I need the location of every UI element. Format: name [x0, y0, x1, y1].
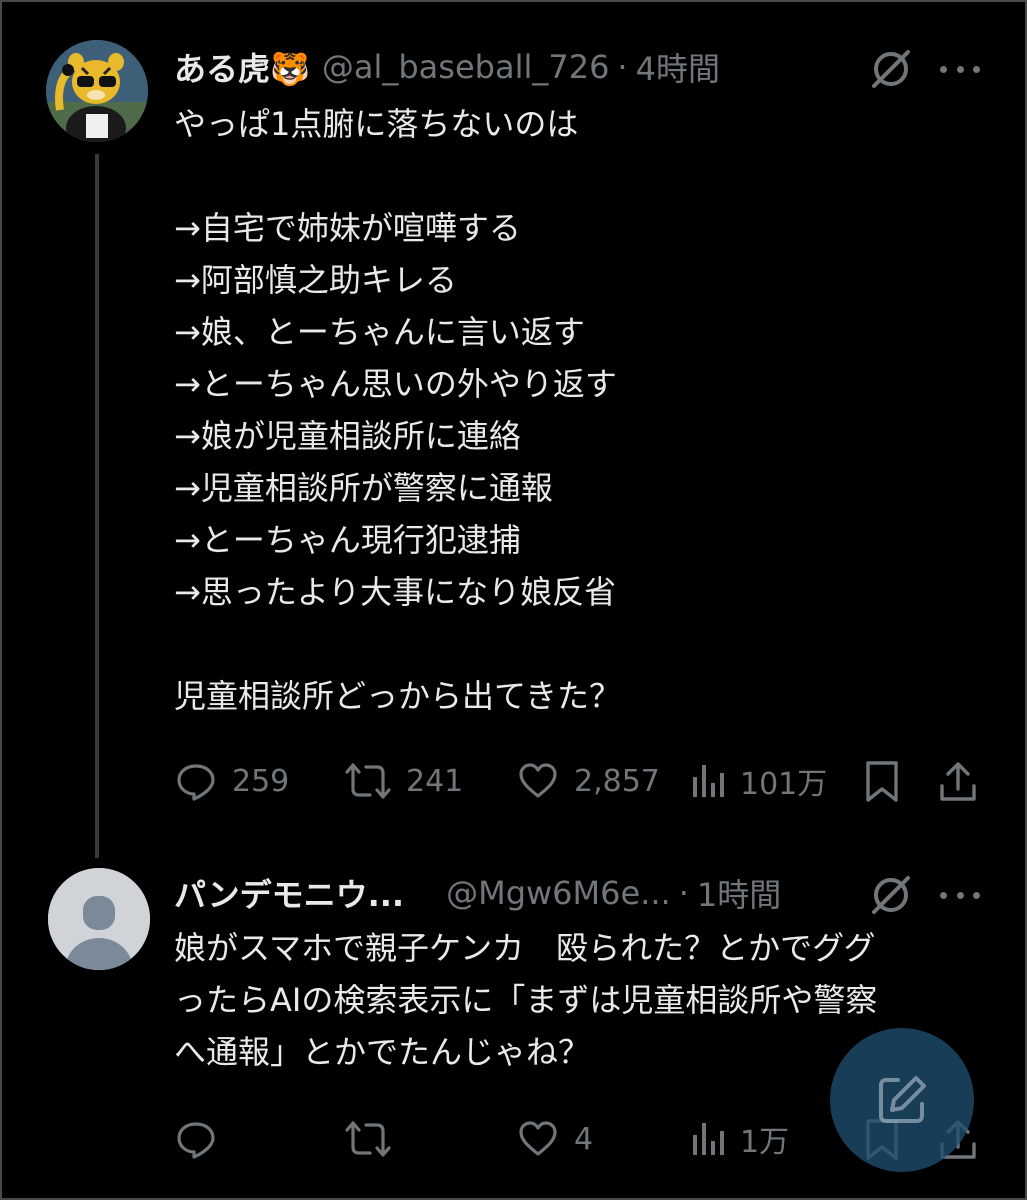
author-handle[interactable]: @al_baseball_726: [322, 48, 610, 86]
views-icon: [693, 1123, 724, 1155]
compose-button[interactable]: [830, 1028, 974, 1172]
share-icon: [940, 762, 976, 801]
reply-text-line: 娘がスマホで親子ケンカ 殴られた？とかでググ: [174, 929, 876, 967]
post-header: ある虎🐯 @al_baseball_726 · 4時間: [174, 42, 720, 92]
post-time[interactable]: 4時間: [636, 44, 720, 90]
post-text-line: 児童相談所どっから出てきた？: [174, 677, 622, 715]
grok-icon[interactable]: [868, 872, 914, 918]
post-text-line: →とーちゃん思いの外やり返す: [174, 365, 617, 403]
like-count: 2,857: [574, 763, 660, 799]
mascot-avatar-image: [46, 40, 148, 142]
repost-button[interactable]: [344, 1117, 392, 1161]
post-text-blank: [174, 618, 954, 670]
post-text-line: →思ったより大事になり娘反省: [174, 573, 617, 611]
post-text-line: →阿部慎之助キレる: [174, 261, 457, 299]
avatar[interactable]: [48, 868, 150, 970]
separator: ·: [617, 48, 628, 86]
heart-icon: [519, 1121, 557, 1156]
post-text-blank: [174, 150, 954, 202]
like-button[interactable]: 4: [516, 1117, 593, 1161]
reply-icon: [177, 1122, 215, 1159]
author-name[interactable]: ある虎🐯: [174, 44, 310, 90]
views-icon: [693, 765, 724, 797]
like-button[interactable]: 2,857: [516, 759, 660, 803]
post-text-line: →とーちゃん現行犯逮捕: [174, 521, 521, 559]
bookmark-button[interactable]: [860, 759, 904, 803]
reply-header: パンデモニウ... @Mgw6M6e... · 1時間: [174, 868, 781, 918]
thread-line: [95, 154, 99, 858]
view-count: 101万: [740, 767, 828, 802]
separator: ·: [678, 874, 689, 912]
repost-icon: [345, 763, 391, 799]
post-text-line: →児童相談所が警察に通報: [174, 469, 553, 507]
compose-icon: [879, 1076, 926, 1123]
heart-icon: [519, 763, 557, 798]
reply-count: 259: [232, 763, 290, 799]
post-text: やっぱ1点腑に落ちないのは →自宅で姉妹が喧嘩する →阿部慎之助キレる →娘、と…: [174, 98, 954, 722]
more-dots-icon[interactable]: [940, 59, 980, 79]
reply-text-line: ったらAIの検索表示に「まずは児童相談所や警察: [174, 981, 878, 1019]
post-text-line: →娘が児童相談所に連絡: [174, 417, 521, 455]
reply-button[interactable]: 259: [174, 759, 289, 803]
view-count: 1万: [740, 1125, 790, 1160]
author-name[interactable]: パンデモニウ...: [174, 870, 404, 916]
post-text-line: やっぱ1点腑に落ちないのは: [174, 105, 579, 143]
views-button[interactable]: 1万: [690, 1117, 789, 1161]
repost-count: 241: [406, 763, 464, 799]
views-button[interactable]: 101万: [690, 759, 827, 803]
avatar[interactable]: [46, 40, 148, 142]
timeline: ある虎🐯 @al_baseball_726 · 4時間 やっぱ1点腑に落ちないの…: [0, 0, 1027, 1200]
repost-button[interactable]: 241: [344, 759, 463, 803]
grok-icon[interactable]: [868, 46, 914, 92]
post-text-line: →自宅で姉妹が喧嘩する: [174, 209, 521, 247]
more-dots-icon[interactable]: [940, 885, 980, 905]
reply-button[interactable]: [174, 1117, 218, 1161]
share-button[interactable]: [936, 759, 980, 803]
like-count: 4: [574, 1121, 594, 1157]
author-handle[interactable]: @Mgw6M6e...: [446, 874, 671, 912]
post-text-line: →娘、とーちゃんに言い返す: [174, 313, 585, 351]
bookmark-icon: [866, 761, 898, 802]
reply-icon: [177, 764, 215, 801]
default-avatar-icon: [48, 868, 150, 970]
post-time[interactable]: 1時間: [697, 870, 781, 916]
repost-icon: [345, 1121, 391, 1157]
